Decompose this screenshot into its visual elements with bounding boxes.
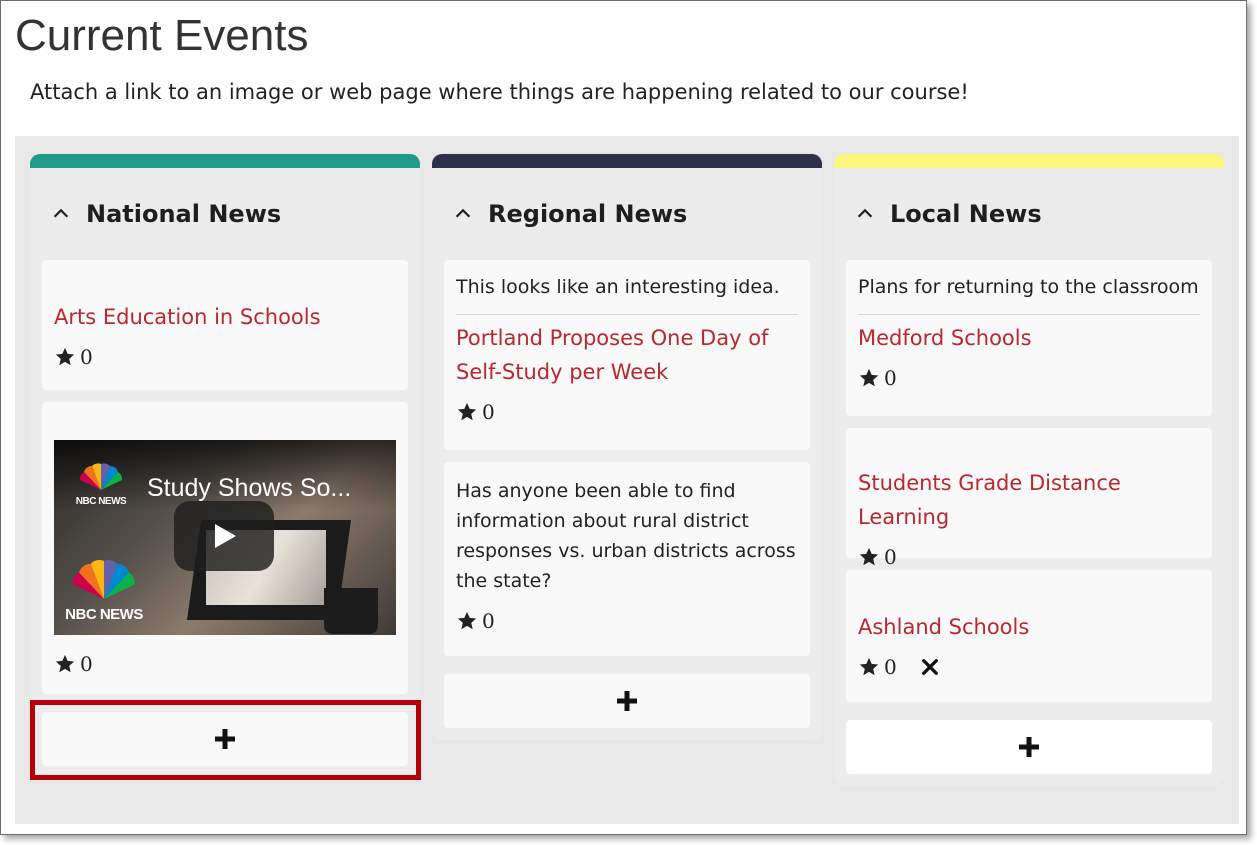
play-button[interactable] (174, 501, 274, 571)
post-text: Plans for returning to the classroom (858, 272, 1200, 315)
post-card[interactable]: Arts Education in Schools 0 (42, 260, 408, 390)
mug-image (324, 588, 378, 634)
post-link[interactable]: Ashland Schools (858, 610, 1200, 644)
column-header[interactable]: Regional News (444, 168, 810, 260)
post-card-video[interactable]: NBC NEWS Study Shows So... NBC NEWS 0 (42, 402, 408, 694)
star-count: 0 (80, 345, 93, 369)
plus-icon (617, 691, 637, 711)
post-meta: 0 (858, 542, 1200, 572)
post-card[interactable]: Has anyone been able to find information… (444, 462, 810, 656)
chevron-up-icon[interactable] (854, 203, 876, 225)
post-meta: 0 (54, 342, 396, 372)
column-regional-news: Regional News This looks like an interes… (432, 154, 822, 740)
star-count: 0 (482, 609, 495, 633)
post-card[interactable]: Plans for returning to the classroom Med… (846, 260, 1212, 416)
nbc-logo-icon: NBC NEWS (74, 462, 128, 507)
column-national-news: National News Arts Education in Schools … (30, 154, 420, 778)
column-local-news: Local News Plans for returning to the cl… (834, 154, 1224, 786)
post-meta: 0 (858, 363, 1200, 393)
star-icon[interactable] (54, 653, 76, 675)
app-window: Current Events Attach a link to an image… (0, 0, 1247, 835)
star-icon[interactable] (858, 367, 880, 389)
peacock-icon (73, 560, 135, 600)
post-link[interactable]: Medford Schools (858, 321, 1200, 355)
post-card[interactable]: This looks like an interesting idea. Por… (444, 260, 810, 450)
post-link[interactable]: Arts Education in Schools (54, 300, 396, 334)
post-meta: 0 (456, 397, 798, 427)
close-icon[interactable] (921, 658, 939, 676)
post-text: This looks like an interesting idea. (456, 272, 798, 315)
add-post-button[interactable] (444, 674, 810, 728)
star-count: 0 (884, 655, 897, 679)
add-post-button[interactable] (846, 720, 1212, 774)
post-meta: 0 (858, 652, 1200, 682)
column-header[interactable]: Local News (846, 168, 1212, 260)
post-link[interactable]: Students Grade Distance Learning (858, 466, 1200, 534)
column-color-bar (432, 154, 822, 168)
star-icon[interactable] (54, 346, 76, 368)
page-title: Current Events (15, 11, 309, 60)
column-title: Local News (890, 200, 1042, 228)
peacock-icon (79, 463, 123, 490)
star-icon[interactable] (456, 610, 478, 632)
post-text: Has anyone been able to find information… (456, 480, 796, 592)
video-thumbnail[interactable]: NBC NEWS Study Shows So... NBC NEWS (54, 440, 396, 635)
star-count: 0 (482, 400, 495, 424)
play-icon (215, 524, 236, 548)
nbc-logo-text-large: NBC NEWS (65, 606, 143, 623)
chevron-up-icon[interactable] (50, 203, 72, 225)
nbc-logo-large: NBC NEWS (64, 558, 144, 623)
highlight-annotation (30, 700, 421, 780)
page-description: Attach a link to an image or web page wh… (30, 80, 969, 104)
column-title: Regional News (488, 200, 688, 228)
star-icon[interactable] (858, 546, 880, 568)
star-count: 0 (884, 366, 897, 390)
star-count: 0 (884, 545, 897, 569)
star-icon[interactable] (456, 401, 478, 423)
video-title: Study Shows So... (147, 474, 352, 502)
post-meta: 0 (54, 649, 396, 679)
chevron-up-icon[interactable] (452, 203, 474, 225)
post-card[interactable]: Students Grade Distance Learning 0 (846, 428, 1212, 569)
plus-icon (1019, 737, 1039, 757)
column-color-bar (30, 154, 420, 168)
star-icon[interactable] (858, 656, 880, 678)
post-card[interactable]: Ashland Schools 0 (846, 570, 1212, 702)
post-meta: 0 (456, 606, 798, 636)
column-header[interactable]: National News (42, 168, 408, 260)
column-title: National News (86, 200, 282, 228)
nbc-logo-text: NBC NEWS (75, 496, 127, 507)
post-link[interactable]: Portland Proposes One Day of Self-Study … (456, 321, 798, 389)
column-color-bar (834, 154, 1224, 168)
star-count: 0 (80, 652, 93, 676)
